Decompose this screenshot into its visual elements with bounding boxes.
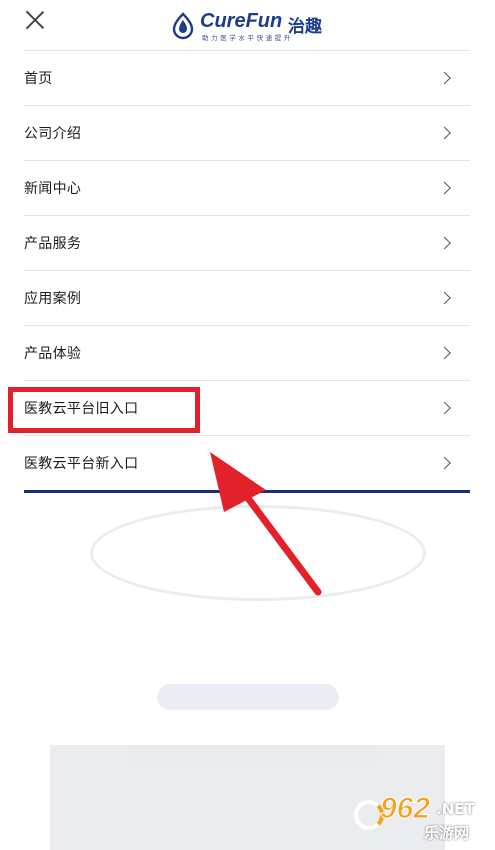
menu-item-product-trial[interactable]: 产品体验	[24, 325, 470, 380]
menu-item-products-services[interactable]: 产品服务	[24, 215, 470, 270]
chevron-right-icon	[438, 236, 451, 250]
menu-item-label: 应用案例	[24, 291, 82, 307]
chevron-right-icon	[438, 346, 451, 360]
watermark-cn: 乐游网	[424, 824, 470, 842]
menu-item-label: 首页	[24, 71, 53, 87]
menu-item-label: 新闻中心	[24, 181, 82, 197]
close-icon[interactable]	[22, 8, 48, 34]
chevron-right-icon	[438, 456, 451, 470]
menu-item-label: 公司介绍	[24, 126, 82, 142]
chevron-right-icon	[438, 71, 451, 85]
menu-item-label: 医教云平台新入口	[24, 456, 139, 472]
watermark: 962 .NET 乐游网	[352, 792, 487, 844]
logo-text: CureFun	[200, 10, 283, 32]
logo-cn-text: 治趣	[288, 17, 322, 37]
menu-item-home[interactable]: 首页	[24, 50, 470, 105]
menu-item-news-center[interactable]: 新闻中心	[24, 160, 470, 215]
menu-item-label: 产品服务	[24, 236, 82, 252]
menu-item-platform-new-entry[interactable]: 医教云平台新入口	[24, 435, 470, 490]
header: CureFun 治趣 助力医学水平快速提升	[0, 0, 495, 50]
annotation-highlight-box	[8, 387, 200, 433]
watermark-suffix: .NET	[436, 800, 475, 818]
menu-item-label: 产品体验	[24, 346, 82, 362]
logo-tagline: 助力医学水平快速提升	[202, 34, 293, 42]
chevron-right-icon	[438, 401, 451, 415]
watermark-number: 962	[379, 792, 431, 826]
logo-mark-icon	[172, 12, 194, 40]
chevron-right-icon	[438, 291, 451, 305]
chevron-right-icon	[438, 126, 451, 140]
menu-bottom-bar	[24, 490, 470, 493]
logo[interactable]: CureFun 治趣 助力医学水平快速提升	[168, 7, 338, 43]
menu-item-cases[interactable]: 应用案例	[24, 270, 470, 325]
menu-item-company-intro[interactable]: 公司介绍	[24, 105, 470, 160]
chevron-right-icon	[438, 181, 451, 195]
menu-side-fill-right	[470, 50, 495, 495]
bg-banner-pill-2	[157, 684, 339, 710]
bg-platform	[90, 505, 426, 601]
